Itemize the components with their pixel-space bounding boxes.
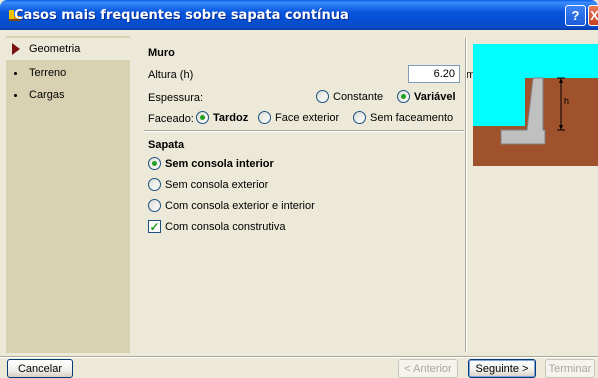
sidebar-item-label: Geometria — [29, 43, 81, 55]
radio-constante[interactable]: Constante — [316, 90, 383, 103]
footer-divider — [0, 356, 598, 358]
bullet-icon — [14, 71, 17, 75]
radio-circle — [258, 111, 271, 124]
close-button[interactable]: X — [588, 5, 598, 26]
next-button[interactable]: Seguinte > — [468, 359, 536, 378]
checkmark-icon: ✓ — [148, 219, 161, 234]
radio-circle — [148, 178, 161, 191]
section-divider — [144, 130, 464, 132]
radio-com-consola-ext-int[interactable]: Com consola exterior e interior — [148, 199, 315, 212]
help-icon: ? — [571, 8, 580, 23]
title-bar[interactable]: Casos mais frequentes sobre sapata contí… — [0, 0, 598, 30]
sidebar-item-label: Cargas — [29, 89, 65, 101]
radio-circle — [148, 157, 161, 170]
radio-circle — [148, 199, 161, 212]
radio-circle — [353, 111, 366, 124]
finish-button[interactable]: Terminar — [545, 359, 595, 378]
sidebar-item-cargas[interactable]: Cargas — [6, 84, 130, 106]
checkbox-consola-construtiva[interactable]: ✓ Com consola construtiva — [148, 220, 285, 233]
section-title-sapata: Sapata — [148, 139, 185, 151]
radio-circle — [316, 90, 329, 103]
radio-variavel[interactable]: Variável — [397, 90, 456, 103]
help-button[interactable]: ? — [565, 5, 586, 26]
section-title-muro: Muro — [148, 47, 175, 59]
altura-label: Altura (h) — [148, 69, 194, 81]
cancel-button[interactable]: Cancelar — [7, 359, 73, 378]
previous-button[interactable]: < Anterior — [398, 359, 458, 378]
radio-circle — [196, 111, 209, 124]
radio-face-exterior[interactable]: Face exterior — [258, 111, 339, 124]
close-icon: X — [590, 8, 598, 23]
radio-sem-faceamento[interactable]: Sem faceamento — [353, 111, 453, 124]
radio-sem-consola-exterior[interactable]: Sem consola exterior — [148, 178, 268, 191]
radio-circle — [397, 90, 410, 103]
sidebar-item-geometria[interactable]: Geometria — [6, 38, 130, 60]
dimension-label: h — [564, 96, 569, 106]
radio-sem-consola-interior[interactable]: Sem consola interior — [148, 157, 274, 170]
sidebar-item-label: Terreno — [29, 67, 67, 79]
sidebar-item-terreno[interactable]: Terreno — [6, 62, 130, 84]
window-title: Casos mais frequentes sobre sapata contí… — [14, 8, 349, 23]
altura-input[interactable] — [408, 65, 460, 83]
arrow-right-icon — [12, 43, 20, 55]
sidebar: Geometria Terreno Cargas — [6, 36, 130, 353]
panel-divider — [465, 38, 467, 352]
wall-diagram: h — [473, 44, 598, 166]
espessura-label: Espessura: — [148, 92, 204, 104]
radio-tardoz[interactable]: Tardoz — [196, 111, 248, 124]
faceado-label: Faceado: — [148, 113, 194, 125]
bullet-icon — [14, 93, 17, 97]
